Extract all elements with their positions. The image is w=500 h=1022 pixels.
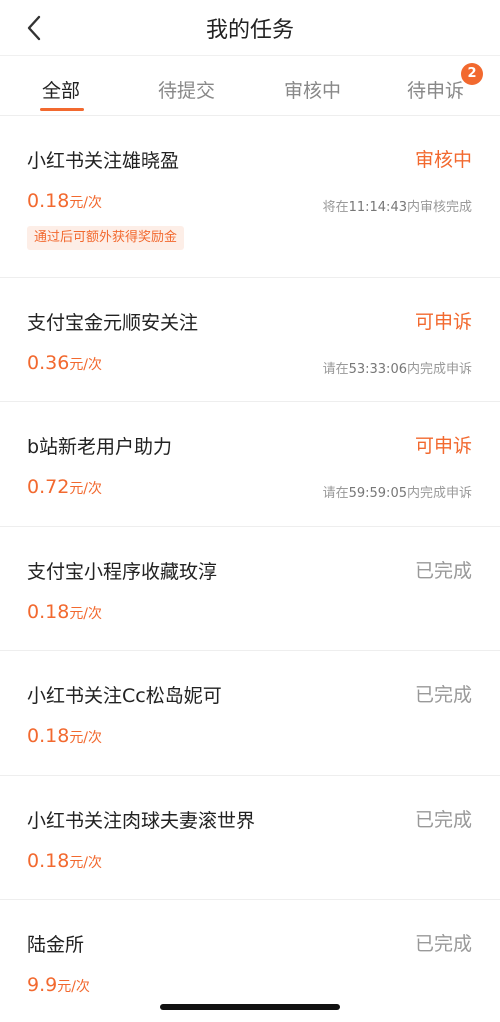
task-row[interactable]: b站新老用户助力 可申诉 0.72元/次 请在59:59:05内完成申诉 bbox=[0, 402, 500, 527]
note-countdown: 11:14:43 bbox=[348, 200, 407, 215]
note-prefix: 将在 bbox=[322, 200, 349, 215]
tab-pending-appeal[interactable]: 待申诉 bbox=[407, 76, 464, 103]
appeal-count-badge: 2 bbox=[461, 63, 483, 85]
price-value: 0.18 bbox=[27, 601, 70, 623]
note-prefix: 请在 bbox=[322, 362, 349, 377]
task-list: 小红书关注雄晓盈 审核中 0.18元/次 将在11:14:43内审核完成 通过后… bbox=[0, 116, 500, 1022]
my-tasks-page: 我的任务 全部 待提交 审核中 待申诉 2 小红书关注雄晓盈 审核中 0.18元… bbox=[0, 0, 500, 1022]
price-unit: 元/次 bbox=[69, 606, 103, 622]
task-row[interactable]: 支付宝小程序收藏玫淳 已完成 0.18元/次 bbox=[0, 527, 500, 651]
task-status: 已完成 bbox=[414, 560, 472, 582]
task-name: 小红书关注肉球夫妻滚世界 bbox=[27, 810, 256, 832]
price-unit: 元/次 bbox=[57, 979, 90, 995]
note-prefix: 请在 bbox=[322, 486, 349, 501]
task-status[interactable]: 可申诉 bbox=[415, 431, 472, 458]
task-deadline-note: 请在53:33:06内完成申诉 bbox=[323, 358, 472, 377]
task-row[interactable]: 小红书关注雄晓盈 审核中 0.18元/次 将在11:14:43内审核完成 通过后… bbox=[0, 116, 500, 278]
price-value: 9.9 bbox=[27, 974, 58, 996]
task-price: 0.18元/次 bbox=[27, 601, 102, 623]
price-value: 0.36 bbox=[27, 352, 70, 374]
task-price: 0.36元/次 bbox=[27, 352, 102, 374]
task-deadline-note: 将在11:14:43内审核完成 bbox=[323, 196, 472, 215]
task-status: 已完成 bbox=[414, 684, 472, 706]
top-bar: 我的任务 bbox=[0, 0, 500, 56]
task-price: 9.9元/次 bbox=[27, 974, 90, 996]
note-countdown: 53:33:06 bbox=[348, 362, 407, 377]
task-name: 支付宝小程序收藏玫淳 bbox=[27, 561, 218, 583]
task-row[interactable]: 小红书关注肉球夫妻滚世界 已完成 0.18元/次 bbox=[0, 776, 500, 900]
task-status: 审核中 bbox=[414, 149, 472, 171]
price-unit: 元/次 bbox=[69, 730, 103, 746]
task-row[interactable]: 小红书关注Cc松岛妮可 已完成 0.18元/次 bbox=[0, 651, 500, 776]
task-price: 0.72元/次 bbox=[27, 476, 102, 498]
task-name: 陆金所 bbox=[27, 934, 85, 956]
price-value: 0.72 bbox=[27, 476, 70, 498]
home-indicator[interactable] bbox=[160, 1004, 340, 1010]
task-name: 小红书关注雄晓盈 bbox=[27, 150, 180, 172]
task-price: 0.18元/次 bbox=[27, 725, 102, 747]
task-status: 已完成 bbox=[414, 809, 472, 831]
task-deadline-note: 请在59:59:05内完成申诉 bbox=[323, 482, 472, 501]
task-name: 小红书关注Cc松岛妮可 bbox=[27, 685, 222, 707]
task-name: b站新老用户助力 bbox=[27, 436, 173, 458]
note-countdown: 59:59:05 bbox=[348, 486, 407, 501]
task-price: 0.18元/次 bbox=[27, 190, 102, 212]
task-status[interactable]: 可申诉 bbox=[415, 307, 472, 334]
price-value: 0.18 bbox=[27, 850, 70, 872]
task-name: 支付宝金元顺安关注 bbox=[27, 312, 199, 334]
bonus-tag: 通过后可额外获得奖励金 bbox=[27, 226, 185, 250]
price-value: 0.18 bbox=[27, 190, 70, 212]
task-status: 已完成 bbox=[414, 933, 472, 955]
tab-under-review[interactable]: 审核中 bbox=[284, 76, 341, 103]
note-suffix: 内完成申诉 bbox=[406, 362, 472, 377]
task-tabs: 全部 待提交 审核中 待申诉 2 bbox=[0, 56, 500, 116]
price-unit: 元/次 bbox=[69, 357, 103, 373]
price-unit: 元/次 bbox=[69, 195, 103, 211]
page-title: 我的任务 bbox=[205, 18, 294, 43]
price-value: 0.18 bbox=[27, 725, 70, 747]
price-unit: 元/次 bbox=[69, 481, 103, 497]
task-row[interactable]: 支付宝金元顺安关注 可申诉 0.36元/次 请在53:33:06内完成申诉 bbox=[0, 278, 500, 402]
tab-pending-submit[interactable]: 待提交 bbox=[158, 76, 215, 103]
price-unit: 元/次 bbox=[69, 855, 103, 871]
note-suffix: 内完成申诉 bbox=[406, 486, 472, 501]
note-suffix: 内审核完成 bbox=[406, 200, 472, 215]
tab-all[interactable]: 全部 bbox=[42, 76, 80, 103]
task-price: 0.18元/次 bbox=[27, 850, 102, 872]
active-tab-indicator bbox=[40, 108, 84, 111]
